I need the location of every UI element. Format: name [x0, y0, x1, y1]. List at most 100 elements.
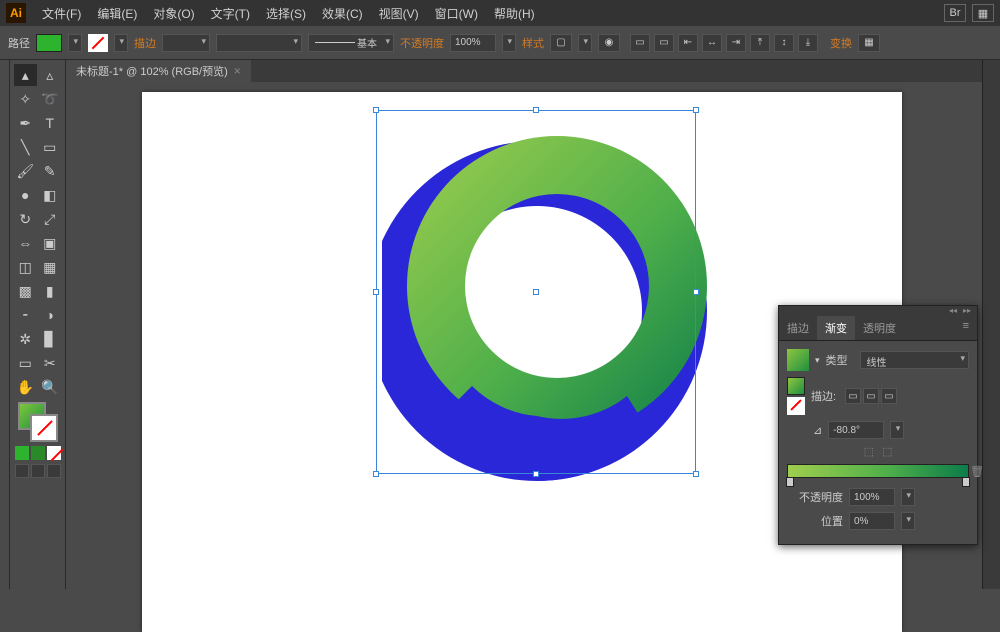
- tab-gradient[interactable]: 渐变: [817, 316, 855, 340]
- scale-tool[interactable]: ⤢: [39, 208, 62, 230]
- graph-tool[interactable]: ▊: [39, 328, 62, 350]
- eyedropper-tool[interactable]: ⁃: [14, 304, 37, 326]
- zoom-tool[interactable]: 🔍: [39, 376, 62, 398]
- align-hcenter-icon[interactable]: ↔: [702, 34, 722, 52]
- type-tool[interactable]: T: [39, 112, 62, 134]
- close-tab-icon[interactable]: ×: [234, 64, 241, 78]
- gradient-mode-icon[interactable]: [31, 446, 45, 460]
- angle-input[interactable]: [828, 421, 884, 439]
- hand-tool[interactable]: ✋: [14, 376, 37, 398]
- stroke-none-icon[interactable]: [88, 34, 108, 52]
- panel-collapse-icon[interactable]: ◂◂: [949, 306, 957, 316]
- sel-handle-br[interactable]: [693, 471, 699, 477]
- gradient-slider[interactable]: 🗑: [787, 464, 969, 478]
- lasso-tool[interactable]: ➰: [39, 88, 62, 110]
- arrange-docs-icon[interactable]: ▦: [972, 4, 994, 22]
- color-mode-icon[interactable]: [15, 446, 29, 460]
- menu-help[interactable]: 帮助(H): [486, 1, 543, 26]
- blob-brush-tool[interactable]: ●: [14, 184, 37, 206]
- stop-position-dropdown[interactable]: [901, 512, 915, 530]
- stop-position-input[interactable]: [849, 512, 895, 530]
- rotate-tool[interactable]: ↻: [14, 208, 37, 230]
- stroke-apply-2-icon[interactable]: ▭: [863, 388, 879, 404]
- aspect-lock-icon-2[interactable]: ⬚: [882, 445, 892, 458]
- menu-object[interactable]: 对象(O): [145, 1, 202, 26]
- sel-handle-tr[interactable]: [693, 107, 699, 113]
- fill-dropdown[interactable]: [68, 34, 82, 52]
- sel-handle-bl[interactable]: [373, 471, 379, 477]
- screen-mode-2-icon[interactable]: [31, 464, 45, 478]
- transform-icon[interactable]: ▦: [858, 34, 880, 52]
- align-icon-2[interactable]: ▭: [654, 34, 674, 52]
- opacity-dropdown[interactable]: [502, 34, 516, 52]
- gradient-stop-left[interactable]: [786, 477, 794, 487]
- opacity-label[interactable]: 不透明度: [400, 35, 444, 51]
- blend-tool[interactable]: ◑: [39, 304, 62, 326]
- slice-tool[interactable]: ✂: [39, 352, 62, 374]
- panel-menu-icon[interactable]: ≡: [955, 316, 977, 340]
- align-icon-1[interactable]: ▭: [630, 34, 650, 52]
- document-tab[interactable]: 未标题-1* @ 102% (RGB/预览) ×: [66, 60, 251, 82]
- sel-handle-bc[interactable]: [533, 471, 539, 477]
- varwidth-dropdown[interactable]: [216, 34, 302, 52]
- aspect-lock-icon[interactable]: ⬚: [864, 445, 874, 458]
- tab-transparency[interactable]: 透明度: [855, 316, 904, 340]
- style-dropdown[interactable]: [578, 34, 592, 52]
- width-tool[interactable]: ⇔: [14, 232, 37, 254]
- sel-handle-mr[interactable]: [693, 289, 699, 295]
- align-left-icon[interactable]: ⇤: [678, 34, 698, 52]
- screen-mode-3-icon[interactable]: [47, 464, 61, 478]
- style-swatch[interactable]: ▢: [550, 34, 572, 52]
- bridge-icon[interactable]: Br: [944, 4, 966, 22]
- artboard-tool[interactable]: ▭: [14, 352, 37, 374]
- sel-handle-mc[interactable]: [533, 289, 539, 295]
- stroke-box[interactable]: [30, 414, 58, 442]
- menu-file[interactable]: 文件(F): [34, 1, 89, 26]
- line-tool[interactable]: ╲: [14, 136, 37, 158]
- align-top-icon[interactable]: ⤒: [750, 34, 770, 52]
- perspective-tool[interactable]: ▦: [39, 256, 62, 278]
- stop-opacity-dropdown[interactable]: [901, 488, 915, 506]
- menu-edit[interactable]: 编辑(E): [89, 1, 145, 26]
- brush-dropdown[interactable]: 基本: [308, 34, 394, 52]
- menu-select[interactable]: 选择(S): [258, 1, 314, 26]
- align-vcenter-icon[interactable]: ↕: [774, 34, 794, 52]
- menu-window[interactable]: 窗口(W): [427, 1, 486, 26]
- gradient-stop-right[interactable]: [962, 477, 970, 487]
- stroke-apply-3-icon[interactable]: ▭: [881, 388, 897, 404]
- free-transform-tool[interactable]: ▣: [39, 232, 62, 254]
- shape-builder-tool[interactable]: ◫: [14, 256, 37, 278]
- recolor-icon[interactable]: ◉: [598, 34, 620, 52]
- tab-stroke[interactable]: 描边: [779, 316, 817, 340]
- symbol-spray-tool[interactable]: ✲: [14, 328, 37, 350]
- fill-mini-swatch[interactable]: [787, 377, 805, 395]
- mesh-tool[interactable]: ▩: [14, 280, 37, 302]
- trash-icon[interactable]: 🗑: [970, 465, 984, 478]
- align-bottom-icon[interactable]: ⤓: [798, 34, 818, 52]
- transform-label[interactable]: 变换: [830, 35, 852, 51]
- none-mode-icon[interactable]: [47, 446, 61, 460]
- stroke-label[interactable]: 描边: [134, 35, 156, 51]
- fill-stroke-control[interactable]: [18, 402, 58, 442]
- sel-handle-tc[interactable]: [533, 107, 539, 113]
- pen-tool[interactable]: ✒: [14, 112, 37, 134]
- gradient-preview-swatch[interactable]: [787, 349, 809, 371]
- align-right-icon[interactable]: ⇥: [726, 34, 746, 52]
- sel-handle-tl[interactable]: [373, 107, 379, 113]
- stroke-mini-swatch[interactable]: [787, 397, 805, 415]
- sel-handle-ml[interactable]: [373, 289, 379, 295]
- direct-select-tool[interactable]: ▵: [39, 64, 62, 86]
- opacity-input[interactable]: [450, 34, 496, 52]
- style-label[interactable]: 样式: [522, 35, 544, 51]
- stroke-color-dropdown[interactable]: [114, 34, 128, 52]
- stop-opacity-input[interactable]: [849, 488, 895, 506]
- stroke-apply-1-icon[interactable]: ▭: [845, 388, 861, 404]
- magic-wand-tool[interactable]: ✧: [14, 88, 37, 110]
- fill-swatch[interactable]: [36, 34, 62, 52]
- selection-tool[interactable]: ▴: [14, 64, 37, 86]
- screen-mode-1-icon[interactable]: [15, 464, 29, 478]
- rectangle-tool[interactable]: ▭: [39, 136, 62, 158]
- eraser-tool[interactable]: ◧: [39, 184, 62, 206]
- stroke-weight-dropdown[interactable]: [162, 34, 210, 52]
- menu-type[interactable]: 文字(T): [203, 1, 258, 26]
